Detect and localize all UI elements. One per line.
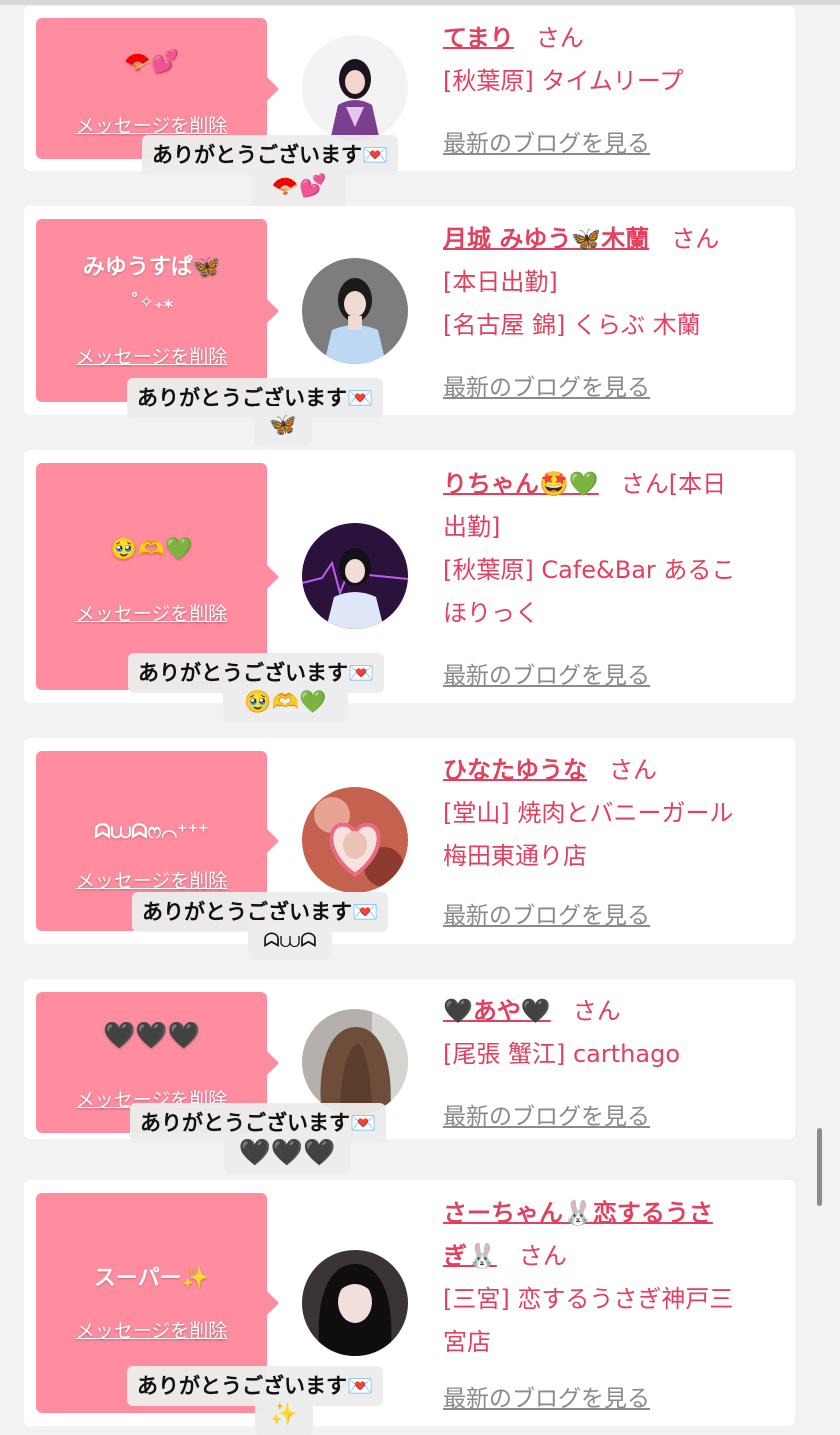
delete-message-link[interactable]: メッセージを削除 [36, 866, 267, 893]
message-text-line2: ˚✧₊⁎ [130, 292, 173, 313]
shop-info: [名古屋 錦] くらぶ 木蘭 [443, 311, 701, 339]
avatar[interactable] [302, 523, 408, 629]
thanks-popup-tail: 🪭💕 [252, 167, 346, 207]
work-status: [本日 [668, 470, 727, 498]
cast-info: りちゃん🤩💚 さん[本日 出勤] [秋葉原] Cafe&Bar あるこ ほりっく [443, 463, 783, 635]
latest-blog-link[interactable]: 最新のブログを見る [443, 124, 650, 158]
shop-info: [三宮] 恋するうさぎ神戸三 [443, 1285, 734, 1313]
shop-info: [堂山] 焼肉とバニーガール [443, 799, 734, 827]
latest-blog-link[interactable]: 最新のブログを見る [443, 1097, 650, 1131]
cast-info: さーちゃん🐰恋するうさ ぎ🐰 さん [三宮] 恋するうさぎ神戸三 宮店 [443, 1192, 783, 1364]
shop-info-cont: 梅田東通り店 [443, 842, 587, 870]
cast-name-link-cont[interactable]: ぎ🐰 [443, 1242, 497, 1270]
honorific: さん [620, 470, 669, 498]
thanks-popup-tail: ✨ [255, 1395, 313, 1435]
message-text: 🪭💕 [124, 50, 179, 75]
work-status-cont: 出勤] [443, 513, 501, 541]
message-text: 🥹🫶💚 [110, 537, 193, 562]
avatar[interactable] [302, 1250, 408, 1356]
latest-blog-link[interactable]: 最新のブログを見る [443, 656, 650, 690]
cast-name-link[interactable]: 🖤あや🖤 [443, 997, 551, 1025]
work-status: [本日出勤] [443, 268, 558, 296]
cast-name-link[interactable]: 月城 みゆう🦋木蘭 [443, 225, 649, 253]
scrollbar-thumb[interactable] [817, 1128, 822, 1206]
delete-message-link[interactable]: メッセージを削除 [36, 342, 267, 369]
avatar[interactable] [302, 787, 408, 893]
message-card: 🪭💕 メッセージを削除 てまり さん [秋葉原] タイムリープ 最新のブログを見る [24, 6, 795, 171]
cast-name-link[interactable]: てまり [443, 24, 514, 52]
shop-info-cont: 宮店 [443, 1328, 491, 1356]
avatar[interactable] [302, 258, 408, 364]
honorific: さん [671, 225, 720, 253]
shop-info: [秋葉原] タイムリープ [443, 67, 684, 95]
honorific: さん [518, 1242, 567, 1270]
cast-info: てまり さん [秋葉原] タイムリープ [443, 17, 783, 103]
thanks-popup-tail: 🖤🖤🖤 [224, 1133, 350, 1173]
latest-blog-link[interactable]: 最新のブログを見る [443, 1379, 650, 1413]
message-text: みゆうすぱ🦋 [82, 255, 221, 280]
honorific: さん [609, 756, 657, 784]
delete-message-link[interactable]: メッセージを削除 [36, 111, 267, 138]
shop-info: [尾張 蟹江] carthago [443, 1040, 680, 1068]
message-bubble: みゆうすぱ🦋 ˚✧₊⁎ メッセージを削除 [36, 219, 279, 402]
cast-name-link[interactable]: さーちゃん🐰恋するうさ [443, 1192, 783, 1235]
cast-info: ひなたゆうな さん [堂山] 焼肉とバニーガール 梅田東通り店 [443, 749, 783, 878]
thanks-popup-tail: 🦋 [254, 406, 312, 446]
avatar[interactable] [302, 35, 408, 141]
message-text: ᗣ⩊ᗣෆ⌒⁺⁺⁺ [94, 819, 209, 843]
cast-info: 🖤あや🖤 さん [尾張 蟹江] carthago [443, 990, 783, 1076]
message-text: スーパー✨ [93, 1266, 210, 1291]
avatar[interactable] [302, 1009, 408, 1115]
latest-blog-link[interactable]: 最新のブログを見る [443, 368, 650, 402]
honorific: さん [572, 997, 621, 1025]
cast-name-link[interactable]: りちゃん🤩💚 [443, 470, 599, 498]
message-text: 🖤🖤🖤 [102, 1021, 201, 1051]
latest-blog-link[interactable]: 最新のブログを見る [443, 896, 650, 930]
delete-message-link[interactable]: メッセージを削除 [36, 599, 267, 626]
honorific: さん [535, 24, 584, 52]
cast-info: 月城 みゆう🦋木蘭 さん [本日出勤] [名古屋 錦] くらぶ 木蘭 [443, 218, 783, 347]
top-divider [0, 0, 840, 5]
thanks-popup-tail: ᗣ⩊ᗣ [248, 920, 332, 960]
delete-message-link[interactable]: メッセージを削除 [36, 1316, 267, 1343]
thanks-popup-tail: 🥹🫶💚 [223, 683, 348, 723]
cast-name-link[interactable]: ひなたゆうな [443, 756, 587, 784]
shop-info-cont: ほりっく [443, 599, 539, 627]
shop-info: [秋葉原] Cafe&Bar あるこ [443, 556, 736, 584]
